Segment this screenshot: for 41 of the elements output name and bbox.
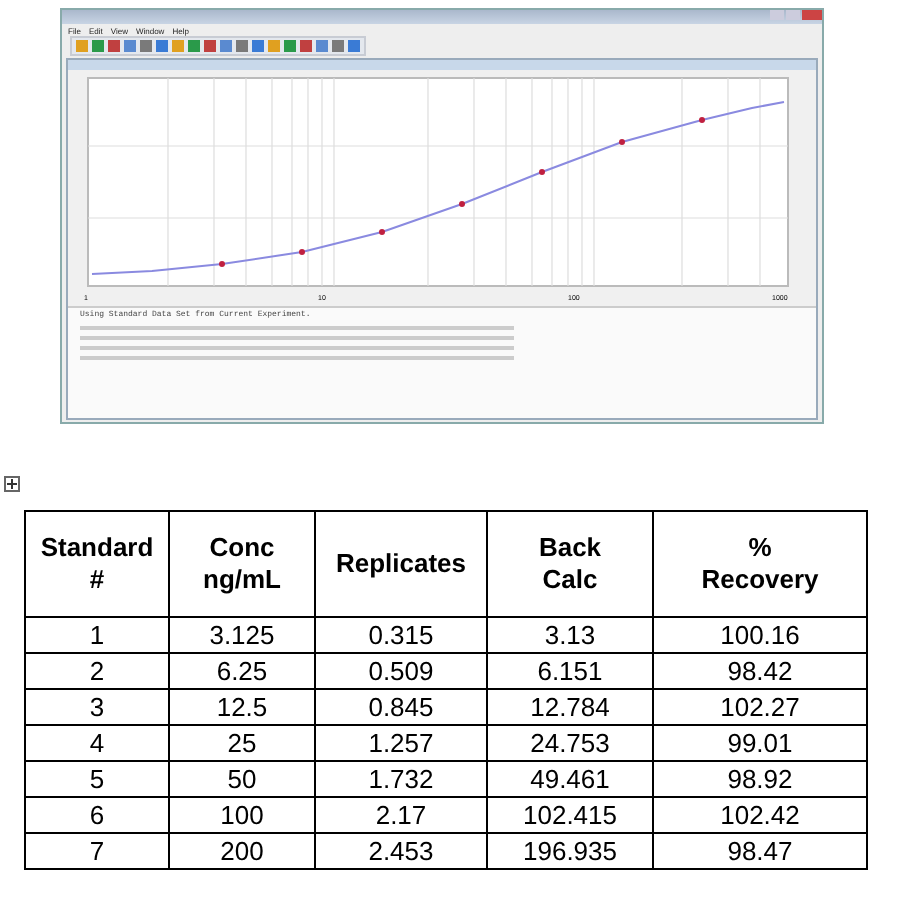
column-header: % Recovery [653, 511, 867, 617]
table-cell: 6 [25, 797, 169, 833]
column-header: Back Calc [487, 511, 653, 617]
column-header: Replicates [315, 511, 487, 617]
table-cell: 5 [25, 761, 169, 797]
table-cell: 98.92 [653, 761, 867, 797]
table-cell: 100 [169, 797, 315, 833]
table-cell: 25 [169, 725, 315, 761]
table-cell: 0.315 [315, 617, 487, 653]
move-handle-icon[interactable] [4, 476, 20, 492]
table-cell: 12.784 [487, 689, 653, 725]
table-cell: 3.13 [487, 617, 653, 653]
table-cell: 12.5 [169, 689, 315, 725]
table-cell: 3 [25, 689, 169, 725]
table-cell: 102.42 [653, 797, 867, 833]
table-cell: 196.935 [487, 833, 653, 869]
table-cell: 2.17 [315, 797, 487, 833]
table-cell: 6.25 [169, 653, 315, 689]
table-cell: 49.461 [487, 761, 653, 797]
table-cell: 4 [25, 725, 169, 761]
table-cell: 100.16 [653, 617, 867, 653]
table-cell: 2 [25, 653, 169, 689]
table-cell: 102.27 [653, 689, 867, 725]
table-cell: 0.845 [315, 689, 487, 725]
column-header: Conc ng/mL [169, 511, 315, 617]
table-cell: 2.453 [315, 833, 487, 869]
table-cell: 50 [169, 761, 315, 797]
table-cell: 1 [25, 617, 169, 653]
table-cell: 7 [25, 833, 169, 869]
table-cell: 1.257 [315, 725, 487, 761]
table-cell: 3.125 [169, 617, 315, 653]
table-cell: 98.42 [653, 653, 867, 689]
table-cell: 1.732 [315, 761, 487, 797]
table-cell: 99.01 [653, 725, 867, 761]
table-cell: 0.509 [315, 653, 487, 689]
table-cell: 98.47 [653, 833, 867, 869]
column-header: Standard # [25, 511, 169, 617]
table-cell: 24.753 [487, 725, 653, 761]
table-cell: 200 [169, 833, 315, 869]
table-cell: 6.151 [487, 653, 653, 689]
table-cell: 102.415 [487, 797, 653, 833]
